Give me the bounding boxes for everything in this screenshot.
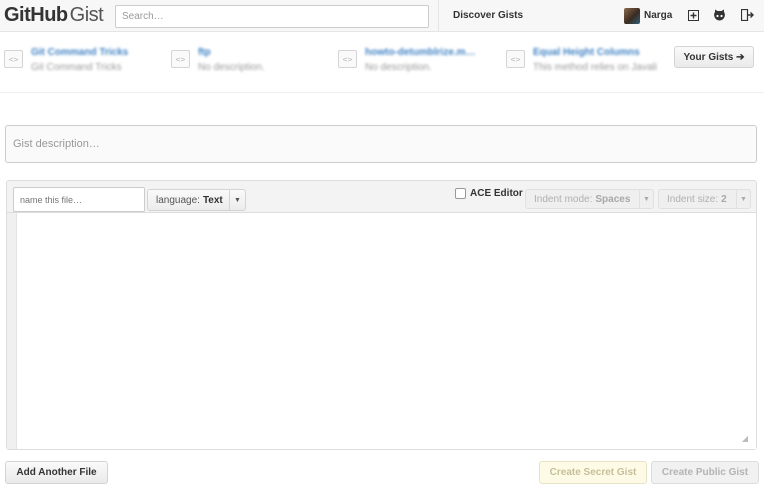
recent-gist-desc: No description. [198, 62, 265, 73]
chevron-down-icon[interactable]: ▼ [229, 190, 245, 210]
code-editor[interactable]: ◢ [7, 212, 756, 449]
sign-out-icon[interactable] [740, 8, 754, 22]
user-menu[interactable]: Narga [624, 7, 672, 24]
add-another-file-button[interactable]: Add Another File [5, 461, 108, 484]
ace-editor-toggle[interactable]: ACE Editor [455, 188, 523, 199]
create-secret-gist-button[interactable]: Create Secret Gist [539, 461, 647, 484]
create-public-gist-button[interactable]: Create Public Gist [651, 461, 759, 484]
recent-gist-title[interactable]: ftp [198, 47, 265, 58]
recent-gist-title[interactable]: howto-detumblrize.m… [365, 47, 476, 58]
indent-mode-label: Indent mode: [534, 193, 593, 205]
your-gists-button[interactable]: Your Gists ➔ [674, 46, 754, 68]
username: Narga [644, 10, 673, 21]
gist-file-icon: <> [338, 50, 357, 68]
recent-gist-item[interactable]: <> Git Command Tricks Git Command Tricks [4, 47, 128, 79]
gist-description-input[interactable] [5, 125, 757, 163]
recent-gist-desc: This method relies on Javali [533, 62, 657, 73]
gist-file-icon: <> [4, 50, 23, 68]
gist-file-icon: <> [506, 50, 525, 68]
recent-gist-desc: Git Command Tricks [31, 62, 122, 73]
chevron-down-icon[interactable]: ▼ [736, 190, 750, 208]
discover-gists-link[interactable]: Discover Gists [438, 0, 537, 31]
gist-file-panel: language:Text ▼ ACE Editor Indent mode:S… [6, 180, 757, 450]
language-label: language: [156, 194, 200, 206]
indent-size-label: Indent size: [667, 193, 719, 205]
top-header: GitHubGist Discover Gists Narga [0, 0, 764, 32]
search-input[interactable] [115, 5, 429, 28]
logo-gist: Gist [69, 4, 104, 26]
resize-handle-icon[interactable]: ◢ [742, 434, 748, 443]
indent-mode-value: Spaces [595, 193, 631, 205]
language-select[interactable]: language: Text ▼ [147, 189, 246, 211]
indent-size-value: 2 [721, 193, 727, 205]
filename-input[interactable] [13, 187, 145, 212]
recent-gists-bar: <> Git Command Tricks Git Command Tricks … [0, 33, 764, 93]
editor-gutter [7, 213, 17, 449]
logo-github: GitHub [4, 4, 68, 26]
ace-editor-label: ACE Editor [470, 188, 523, 199]
chevron-down-icon[interactable]: ▼ [639, 190, 653, 208]
indent-mode-select[interactable]: Indent mode: Spaces ▼ [525, 189, 654, 209]
avatar [624, 7, 640, 24]
recent-gist-item[interactable]: <> ftp No description. [171, 47, 265, 79]
ace-editor-checkbox[interactable] [455, 188, 466, 199]
new-gist-icon[interactable] [686, 8, 700, 22]
octocat-icon[interactable] [712, 8, 726, 22]
language-value: Text [202, 194, 223, 206]
recent-gist-desc: No description. [365, 62, 432, 73]
recent-gist-title[interactable]: Git Command Tricks [31, 47, 128, 58]
gist-file-icon: <> [171, 50, 190, 68]
recent-gist-title[interactable]: Equal Height Columns [533, 47, 657, 58]
recent-gist-item[interactable]: <> howto-detumblrize.m… No description. [338, 47, 476, 79]
indent-size-select[interactable]: Indent size: 2 ▼ [658, 189, 751, 209]
recent-gist-item[interactable]: <> Equal Height Columns This method relie… [506, 47, 657, 79]
github-gist-logo[interactable]: GitHub Gist [4, 4, 104, 27]
